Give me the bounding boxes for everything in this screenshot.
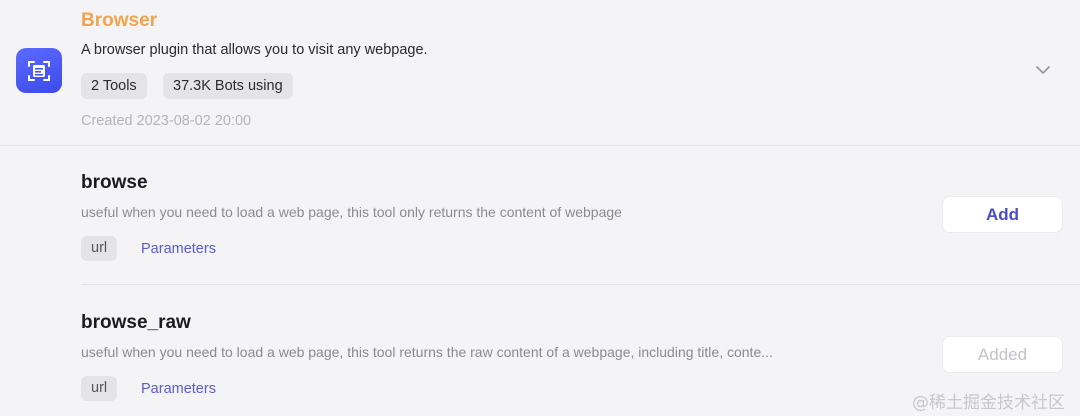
plugin-description: A browser plugin that allows you to visi…	[81, 42, 428, 58]
add-tool-button[interactable]: Add	[942, 196, 1063, 233]
parameters-link[interactable]: Parameters	[141, 241, 216, 257]
plugin-detail-panel: Browser A browser plugin that allows you…	[0, 0, 1080, 416]
param-chip-url: url	[81, 376, 118, 401]
header-divider	[0, 145, 1080, 146]
bots-using-badge: 37.3K Bots using	[163, 73, 293, 99]
watermark: @稀土掘金技术社区	[912, 393, 1065, 413]
plugin-title: Browser	[81, 10, 158, 31]
tool-description: useful when you need to load a web page,…	[81, 344, 773, 360]
parameters-link[interactable]: Parameters	[141, 381, 216, 397]
plugin-header[interactable]: Browser A browser plugin that allows you…	[0, 0, 1080, 146]
tool-name-browse: browse	[81, 172, 148, 193]
created-timestamp: Created 2023-08-02 20:00	[81, 113, 252, 129]
tool-divider	[81, 284, 1080, 285]
param-chip-url: url	[81, 236, 118, 261]
chevron-down-icon[interactable]	[1033, 60, 1053, 80]
added-tool-button: Added	[942, 336, 1063, 373]
tools-count-badge: 2 Tools	[81, 73, 147, 99]
browser-plugin-icon	[16, 48, 62, 93]
tool-name-browse-raw: browse_raw	[81, 312, 191, 333]
tool-description: useful when you need to load a web page,…	[81, 204, 622, 220]
